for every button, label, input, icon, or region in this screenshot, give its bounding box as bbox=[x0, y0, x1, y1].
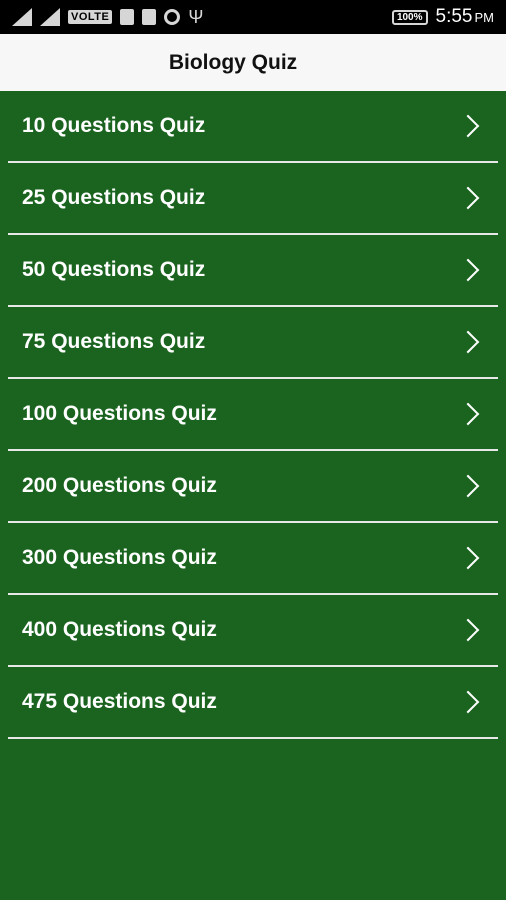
chevron-right-icon bbox=[456, 186, 480, 210]
list-item-label: 75 Questions Quiz bbox=[22, 330, 206, 353]
chevron-right-icon bbox=[456, 618, 480, 642]
chevron-right-icon bbox=[456, 330, 480, 354]
list-item-quiz-100[interactable]: 100 Questions Quiz bbox=[8, 379, 498, 451]
list-item-label: 200 Questions Quiz bbox=[22, 474, 217, 497]
list-item-label: 475 Questions Quiz bbox=[22, 690, 217, 713]
list-item-label: 300 Questions Quiz bbox=[22, 546, 217, 569]
image-notification-icon bbox=[120, 9, 135, 25]
signal-icon bbox=[12, 8, 32, 26]
chevron-right-icon bbox=[456, 690, 480, 714]
chevron-right-icon bbox=[456, 546, 480, 570]
list-item-quiz-400[interactable]: 400 Questions Quiz bbox=[8, 595, 498, 667]
app-bar: Biology Quiz bbox=[0, 34, 506, 91]
signal-icon bbox=[40, 8, 60, 26]
page-title: Biology Quiz bbox=[168, 50, 298, 74]
list-item-quiz-75[interactable]: 75 Questions Quiz bbox=[8, 307, 498, 379]
file-notification-icon bbox=[142, 9, 157, 25]
list-item-quiz-10[interactable]: 10 Questions Quiz bbox=[8, 91, 498, 163]
battery-icon: 100% bbox=[391, 9, 428, 25]
list-item-quiz-25[interactable]: 25 Questions Quiz bbox=[8, 163, 498, 235]
chevron-right-icon bbox=[456, 258, 480, 282]
list-item-quiz-50[interactable]: 50 Questions Quiz bbox=[8, 235, 498, 307]
status-bar: VOLTE Ψ 100% 5:55 PM bbox=[0, 0, 506, 34]
status-icons-left: VOLTE Ψ bbox=[12, 8, 203, 26]
list-item-label: 100 Questions Quiz bbox=[22, 402, 217, 425]
list-item-label: 25 Questions Quiz bbox=[22, 186, 206, 209]
clock: 5:55 PM bbox=[436, 6, 494, 28]
volte-badge: VOLTE bbox=[68, 10, 113, 24]
list-item-label: 400 Questions Quiz bbox=[22, 618, 217, 641]
chrome-icon bbox=[164, 9, 181, 25]
list-item-quiz-200[interactable]: 200 Questions Quiz bbox=[8, 451, 498, 523]
list-item-quiz-475[interactable]: 475 Questions Quiz bbox=[8, 667, 498, 739]
quiz-list: 10 Questions Quiz 25 Questions Quiz 50 Q… bbox=[0, 91, 506, 739]
status-icons-right: 100% 5:55 PM bbox=[391, 6, 494, 28]
chevron-right-icon bbox=[456, 114, 480, 138]
clock-ampm: PM bbox=[474, 10, 495, 25]
usb-icon: Ψ bbox=[188, 7, 204, 27]
clock-time: 5:55 bbox=[435, 6, 473, 27]
chevron-right-icon bbox=[456, 474, 480, 498]
chevron-right-icon bbox=[456, 402, 480, 426]
list-item-quiz-300[interactable]: 300 Questions Quiz bbox=[8, 523, 498, 595]
list-item-label: 50 Questions Quiz bbox=[22, 258, 206, 281]
list-item-label: 10 Questions Quiz bbox=[22, 114, 206, 137]
